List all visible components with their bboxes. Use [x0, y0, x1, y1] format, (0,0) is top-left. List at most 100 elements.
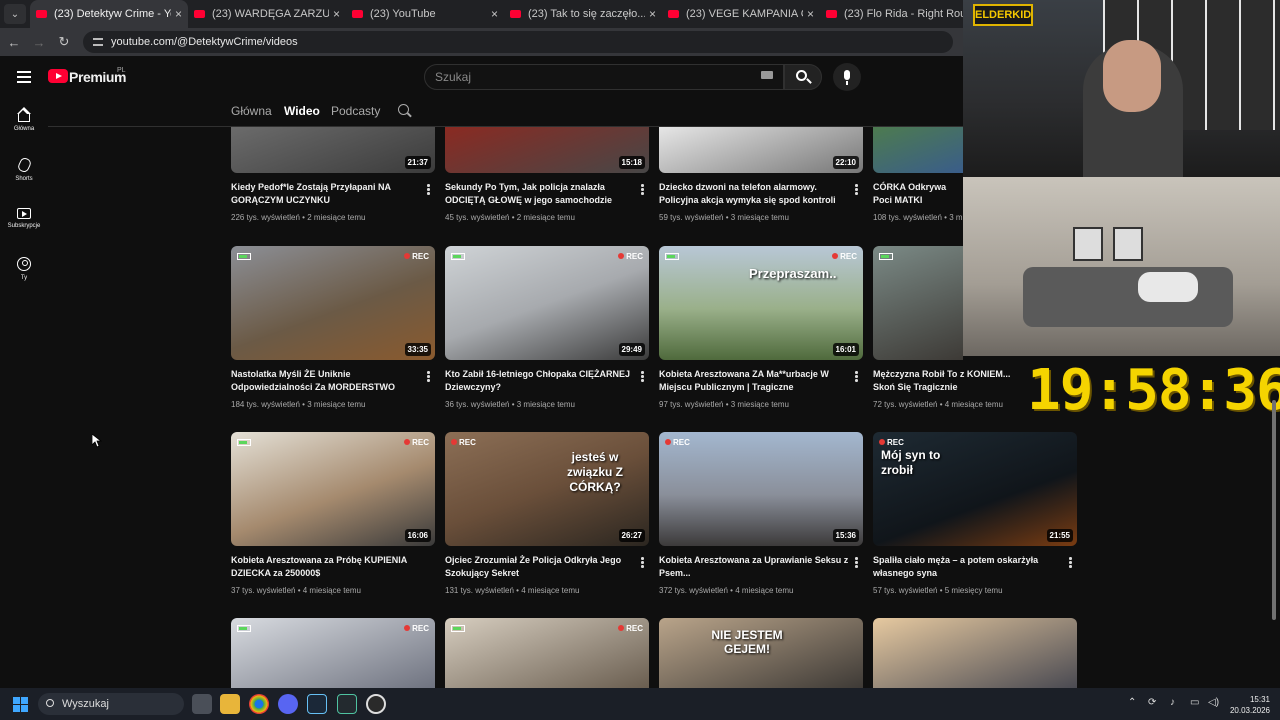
more-actions-icon[interactable] [641, 371, 644, 382]
video-thumbnail[interactable]: REC 15:36 [659, 432, 863, 546]
thumbnail-caption: NIE JESTEM GEJEM! [711, 628, 783, 656]
wall-picture [1113, 227, 1143, 261]
video-duration: 22:10 [832, 156, 859, 169]
more-actions-icon[interactable] [855, 557, 858, 568]
tab-close-icon[interactable]: × [175, 7, 182, 21]
more-actions-icon[interactable] [641, 557, 644, 568]
video-thumbnail[interactable] [873, 127, 963, 173]
rec-indicator: REC [618, 252, 643, 261]
voice-search-button[interactable] [833, 63, 861, 91]
video-thumbnail[interactable]: 21:37 [231, 127, 435, 173]
tab-search-menu-button[interactable]: ⌄ [4, 4, 26, 24]
sidebar-item-label: Główna [13, 126, 35, 132]
task-view-icon[interactable] [192, 694, 212, 714]
video-thumbnail[interactable]: NIE JESTEM GEJEM! [659, 618, 863, 688]
steam-icon[interactable] [307, 694, 327, 714]
video-thumbnail[interactable] [873, 618, 1077, 688]
tab-podcasts[interactable]: Podcasty [331, 104, 380, 118]
video-title[interactable]: Kobieta Aresztowana za Próbę KUPIENIA DZ… [231, 554, 421, 580]
windows-start-icon[interactable] [13, 697, 29, 713]
video-thumbnail[interactable]: REC Mój syn to zrobił 21:55 [873, 432, 1077, 546]
back-arrow-icon[interactable]: ← [3, 35, 25, 50]
video-duration: 21:37 [404, 156, 431, 169]
discord-icon[interactable] [278, 694, 298, 714]
video-title[interactable]: Mężczyzna Robił To z KONIEM... Skoń Się … [873, 368, 1023, 394]
video-title[interactable]: Sekundy Po Tym, Jak policja znalazła ODC… [445, 181, 635, 207]
clock-date[interactable]: 15:31 20.03.2026 [1228, 694, 1270, 716]
tab-close-icon[interactable]: × [491, 7, 498, 21]
microphone-icon [844, 70, 850, 80]
browser-tab[interactable]: (23) VEGE KAMPANIA CIŚNIENIE × [662, 0, 820, 28]
battery-icon [665, 253, 679, 260]
sidebar-item-home[interactable]: Główna [0, 107, 48, 132]
address-bar[interactable]: youtube.com/@DetektywCrime/videos [83, 31, 953, 53]
forward-arrow-icon[interactable]: → [28, 35, 50, 50]
browser-tab[interactable]: (23) Flo Rida - Right Round (fea [820, 0, 978, 28]
tab-videos[interactable]: Wideo [284, 104, 320, 118]
tray-chevron-icon[interactable]: ⌃ [1128, 697, 1136, 708]
more-actions-icon[interactable] [427, 371, 430, 382]
menu-icon[interactable] [17, 71, 31, 83]
video-thumbnail[interactable]: REC 33:35 [231, 246, 435, 360]
more-actions-icon[interactable] [1069, 557, 1072, 568]
video-title[interactable]: Spaliła ciało męża – a potem oskarżyła w… [873, 554, 1063, 580]
more-actions-icon[interactable] [641, 184, 644, 195]
video-thumbnail[interactable]: REC [231, 618, 435, 688]
video-title[interactable]: Ojciec Zrozumiał Że Policja Odkryła Jego… [445, 554, 635, 580]
video-title[interactable]: CÓRKA Odkrywa Poci MATKI Zakopane w O [873, 181, 963, 207]
sync-icon[interactable]: ⟳ [1148, 697, 1156, 708]
browser-tab[interactable]: (23) YouTube × [346, 0, 504, 28]
youtube-logo-icon[interactable] [48, 69, 68, 83]
video-thumbnail[interactable]: REC 29:49 [445, 246, 649, 360]
network-icon[interactable]: ▭ [1190, 697, 1199, 708]
more-actions-icon[interactable] [855, 371, 858, 382]
obs-icon[interactable] [366, 694, 386, 714]
more-actions-icon[interactable] [427, 184, 430, 195]
app-icon[interactable] [337, 694, 357, 714]
scrollbar[interactable] [1272, 400, 1276, 620]
microphone-icon[interactable]: ♪ [1170, 697, 1175, 708]
file-explorer-icon[interactable] [220, 694, 240, 714]
rec-indicator: REC [879, 438, 904, 447]
more-actions-icon[interactable] [855, 184, 858, 195]
battery-icon [237, 625, 251, 632]
reload-icon[interactable]: ↻ [53, 34, 75, 50]
video-title[interactable]: Kto Zabił 16-letniego Chłopaka CIĘŻARNEJ… [445, 368, 635, 394]
tab-close-icon[interactable]: × [807, 7, 814, 21]
video-title[interactable]: Kobieta Aresztowana ZA Ma**urbacje W Mie… [659, 368, 849, 394]
chrome-icon[interactable] [249, 694, 269, 714]
youtube-favicon-icon [194, 10, 205, 18]
video-thumbnail[interactable]: REC [445, 618, 649, 688]
taskbar-search-input[interactable]: Wyszukaj [38, 693, 184, 715]
video-thumbnail[interactable]: 22:10 [659, 127, 863, 173]
keyboard-icon[interactable] [761, 71, 773, 79]
browser-tab[interactable]: (23) Detektyw Crime - YouTube × [30, 0, 188, 28]
site-info-icon[interactable] [93, 38, 103, 46]
video-thumbnail[interactable]: REC 16:06 [231, 432, 435, 546]
video-thumbnail[interactable]: 15:18 [445, 127, 649, 173]
volume-icon[interactable]: ◁) [1208, 697, 1219, 708]
sidebar-item-subscriptions[interactable]: Subskrypcje [0, 208, 48, 229]
video-thumbnail[interactable] [873, 246, 963, 360]
webcam-streamer: ELDERKID [963, 0, 1280, 177]
sidebar-item-shorts[interactable]: Shorts [0, 156, 48, 182]
video-title[interactable]: Dziecko dzwoni na telefon alarmowy. Poli… [659, 181, 849, 207]
video-thumbnail[interactable]: REC jesteś w związku Z CÓRKĄ? 26:27 [445, 432, 649, 546]
tab-home[interactable]: Główna [231, 104, 272, 118]
video-thumbnail[interactable]: REC Przepraszam.. 16:01 [659, 246, 863, 360]
search-icon [46, 699, 54, 707]
video-title[interactable]: Kobieta Aresztowana za Uprawianie Seksu … [659, 554, 849, 580]
browser-tab[interactable]: (23) WARDĘGA ZARZUCA SZAL × [188, 0, 346, 28]
search-input[interactable]: Szukaj [424, 64, 784, 90]
tab-close-icon[interactable]: × [333, 7, 340, 21]
channel-search-icon[interactable] [398, 104, 409, 115]
browser-tab[interactable]: (23) Tak to się zaczęło... - YouTu × [504, 0, 662, 28]
video-title[interactable]: Kiedy Pedof*le Zostają Przyłapani NA GOR… [231, 181, 421, 207]
video-meta: 72 tys. wyświetleń • 4 miesiące temu [873, 400, 1003, 409]
sidebar-item-you[interactable]: Ty [0, 257, 48, 281]
search-button[interactable] [784, 64, 822, 90]
youtube-favicon-icon [826, 10, 837, 18]
tab-close-icon[interactable]: × [649, 7, 656, 21]
video-title[interactable]: Nastolatka Myśli ŻE Uniknie Odpowiedzial… [231, 368, 421, 394]
tab-title: (23) VEGE KAMPANIA CIŚNIENIE [686, 8, 803, 20]
